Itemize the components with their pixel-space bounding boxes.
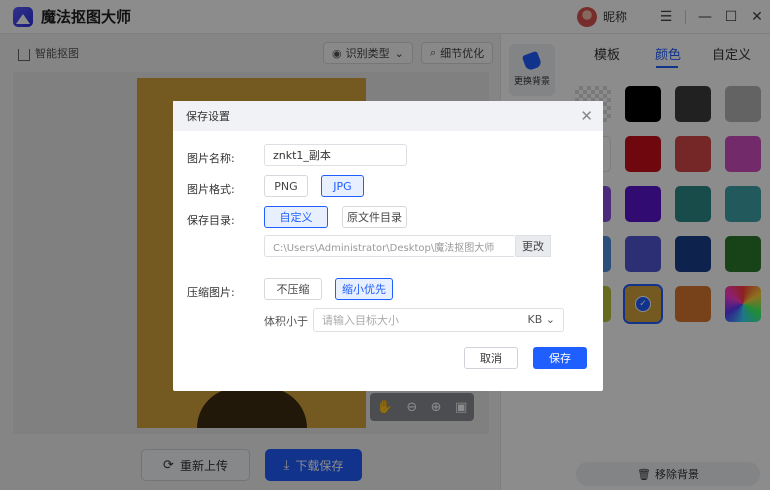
chevron-down-icon: ⌄ xyxy=(545,313,555,326)
compress-smaller-option[interactable]: 缩小优先 xyxy=(335,278,393,300)
format-png-option[interactable]: PNG xyxy=(264,175,308,197)
dir-label: 保存目录: xyxy=(187,214,235,227)
size-unit-label: KB xyxy=(527,313,543,326)
cancel-button[interactable]: 取消 xyxy=(464,347,518,369)
target-size-field[interactable]: KB ⌄ xyxy=(313,308,564,332)
size-unit-select[interactable]: KB ⌄ xyxy=(528,313,555,326)
save-button[interactable]: 保存 xyxy=(533,347,587,369)
format-jpg-option[interactable]: JPG xyxy=(321,175,364,197)
save-path-field[interactable]: C:\Users\Administrator\Desktop\魔法抠图大师 xyxy=(264,235,516,257)
dir-original-option[interactable]: 原文件目录 xyxy=(342,206,407,228)
compress-label: 压缩图片: xyxy=(187,286,235,299)
size-limit-label: 体积小于 xyxy=(264,315,308,328)
change-path-button[interactable]: 更改 xyxy=(516,235,551,257)
image-name-field[interactable]: znkt1_副本 xyxy=(264,144,407,166)
compress-none-option[interactable]: 不压缩 xyxy=(264,278,322,300)
dialog-header: 保存设置 ✕ xyxy=(173,101,603,131)
dir-custom-option[interactable]: 自定义 xyxy=(264,206,328,228)
dialog-title: 保存设置 xyxy=(186,110,230,123)
dialog-close-icon[interactable]: ✕ xyxy=(580,107,593,125)
format-label: 图片格式: xyxy=(187,183,235,196)
save-settings-dialog: 保存设置 ✕ 图片名称: znkt1_副本 图片格式: PNG JPG 保存目录… xyxy=(173,101,603,391)
target-size-input[interactable] xyxy=(314,309,514,331)
name-label: 图片名称: xyxy=(187,152,235,165)
